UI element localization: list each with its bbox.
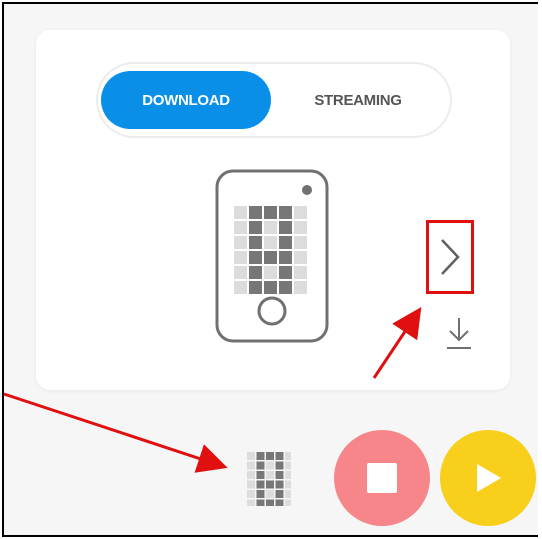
led-cell bbox=[279, 266, 292, 279]
chevron-right-icon bbox=[441, 239, 460, 275]
led-cell bbox=[264, 206, 277, 219]
led-cell bbox=[275, 452, 284, 460]
led-cell bbox=[285, 480, 291, 489]
led-grid-icon[interactable] bbox=[247, 452, 291, 506]
led-cell bbox=[266, 480, 274, 489]
led-cell bbox=[249, 206, 262, 219]
led-cell bbox=[234, 221, 247, 234]
led-cell bbox=[285, 471, 291, 479]
led-cell bbox=[249, 236, 262, 249]
tab-download[interactable]: DOWNLOAD bbox=[101, 71, 271, 129]
led-cell bbox=[256, 490, 265, 498]
led-cell bbox=[256, 452, 265, 460]
led-cell bbox=[275, 471, 284, 479]
led-cell bbox=[256, 480, 265, 489]
led-cell bbox=[247, 461, 255, 470]
led-cell bbox=[285, 461, 291, 470]
tab-streaming[interactable]: STREAMING bbox=[288, 71, 428, 129]
led-cell bbox=[279, 251, 292, 264]
led-cell bbox=[279, 221, 292, 234]
led-cell bbox=[266, 490, 274, 498]
next-button[interactable] bbox=[426, 220, 474, 294]
led-cell bbox=[285, 490, 291, 498]
led-cell bbox=[266, 499, 274, 506]
led-cell bbox=[279, 206, 292, 219]
led-cell bbox=[256, 499, 265, 506]
led-cell bbox=[249, 266, 262, 279]
play-button[interactable] bbox=[440, 430, 536, 526]
led-cell bbox=[266, 471, 274, 479]
led-cell bbox=[249, 251, 262, 264]
led-cell bbox=[247, 499, 255, 506]
download-icon[interactable] bbox=[445, 316, 473, 352]
led-cell bbox=[264, 251, 277, 264]
stop-button[interactable] bbox=[334, 430, 430, 526]
led-cell bbox=[247, 480, 255, 489]
led-cell bbox=[279, 281, 292, 294]
led-cell bbox=[294, 221, 307, 234]
led-cell bbox=[249, 221, 262, 234]
led-cell bbox=[279, 236, 292, 249]
led-cell bbox=[275, 480, 284, 489]
led-cell bbox=[234, 236, 247, 249]
led-cell bbox=[264, 221, 277, 234]
led-cell bbox=[247, 471, 255, 479]
led-cell bbox=[256, 461, 265, 470]
led-cell bbox=[247, 490, 255, 498]
led-cell bbox=[264, 281, 277, 294]
led-cell bbox=[247, 452, 255, 460]
led-cell bbox=[294, 281, 307, 294]
led-cell bbox=[294, 206, 307, 219]
led-cell bbox=[294, 251, 307, 264]
led-cell bbox=[234, 206, 247, 219]
led-cell bbox=[285, 499, 291, 506]
led-cell bbox=[294, 266, 307, 279]
led-cell bbox=[266, 461, 274, 470]
led-cell bbox=[285, 452, 291, 460]
led-cell bbox=[256, 471, 265, 479]
led-cell bbox=[249, 281, 262, 294]
led-cell bbox=[234, 266, 247, 279]
led-cell bbox=[266, 452, 274, 460]
stop-icon bbox=[367, 463, 397, 493]
led-cell bbox=[275, 461, 284, 470]
play-icon bbox=[477, 464, 501, 492]
led-cell bbox=[294, 236, 307, 249]
led-cell bbox=[234, 251, 247, 264]
led-cell bbox=[264, 236, 277, 249]
led-cell bbox=[234, 281, 247, 294]
led-cell bbox=[275, 490, 284, 498]
phone-device-icon bbox=[215, 169, 329, 343]
mode-toggle: DOWNLOAD STREAMING bbox=[98, 64, 450, 136]
led-cell bbox=[275, 499, 284, 506]
led-cell bbox=[264, 266, 277, 279]
